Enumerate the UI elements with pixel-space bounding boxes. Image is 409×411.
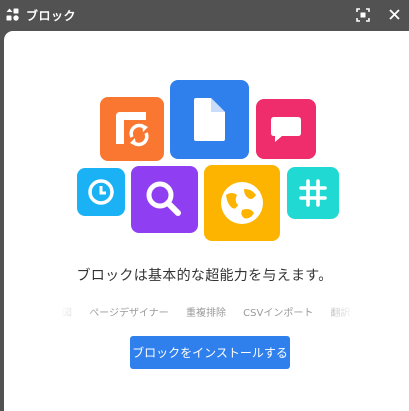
feature-item: ページデザイナー xyxy=(89,308,169,319)
document-tile xyxy=(170,80,249,159)
hashtag-icon xyxy=(299,179,327,207)
refresh-block-icon xyxy=(116,112,149,147)
chat-bubble-tile xyxy=(256,99,316,159)
title-bar: ブロック xyxy=(0,0,409,31)
install-blocks-button[interactable]: ブロックをインストールする xyxy=(130,336,290,369)
expand-icon[interactable] xyxy=(356,8,370,22)
clock-tile xyxy=(77,168,125,216)
search-icon xyxy=(146,181,181,216)
globe-tile xyxy=(204,165,280,241)
globe-icon xyxy=(221,182,263,224)
hashtag-tile xyxy=(287,167,339,219)
refresh-block-tile xyxy=(100,97,164,161)
carousel-fade-right xyxy=(316,302,356,322)
feature-item: CSVインポート xyxy=(243,308,314,319)
chat-bubble-icon xyxy=(271,117,301,142)
window-title: ブロック xyxy=(26,9,77,23)
feature-carousel: 地図 ページデザイナー 重複排除 CSVインポート 翻訳 xyxy=(60,304,356,320)
carousel-fade-left xyxy=(60,302,100,322)
tagline: ブロックは基本的な超能力を与えます。 xyxy=(76,268,333,284)
clock-icon xyxy=(88,179,114,205)
document-icon xyxy=(194,98,225,141)
search-tile xyxy=(131,166,198,233)
feature-item: 重複排除 xyxy=(185,308,226,319)
blocks-app-icon xyxy=(6,8,19,21)
close-icon[interactable] xyxy=(388,8,401,21)
